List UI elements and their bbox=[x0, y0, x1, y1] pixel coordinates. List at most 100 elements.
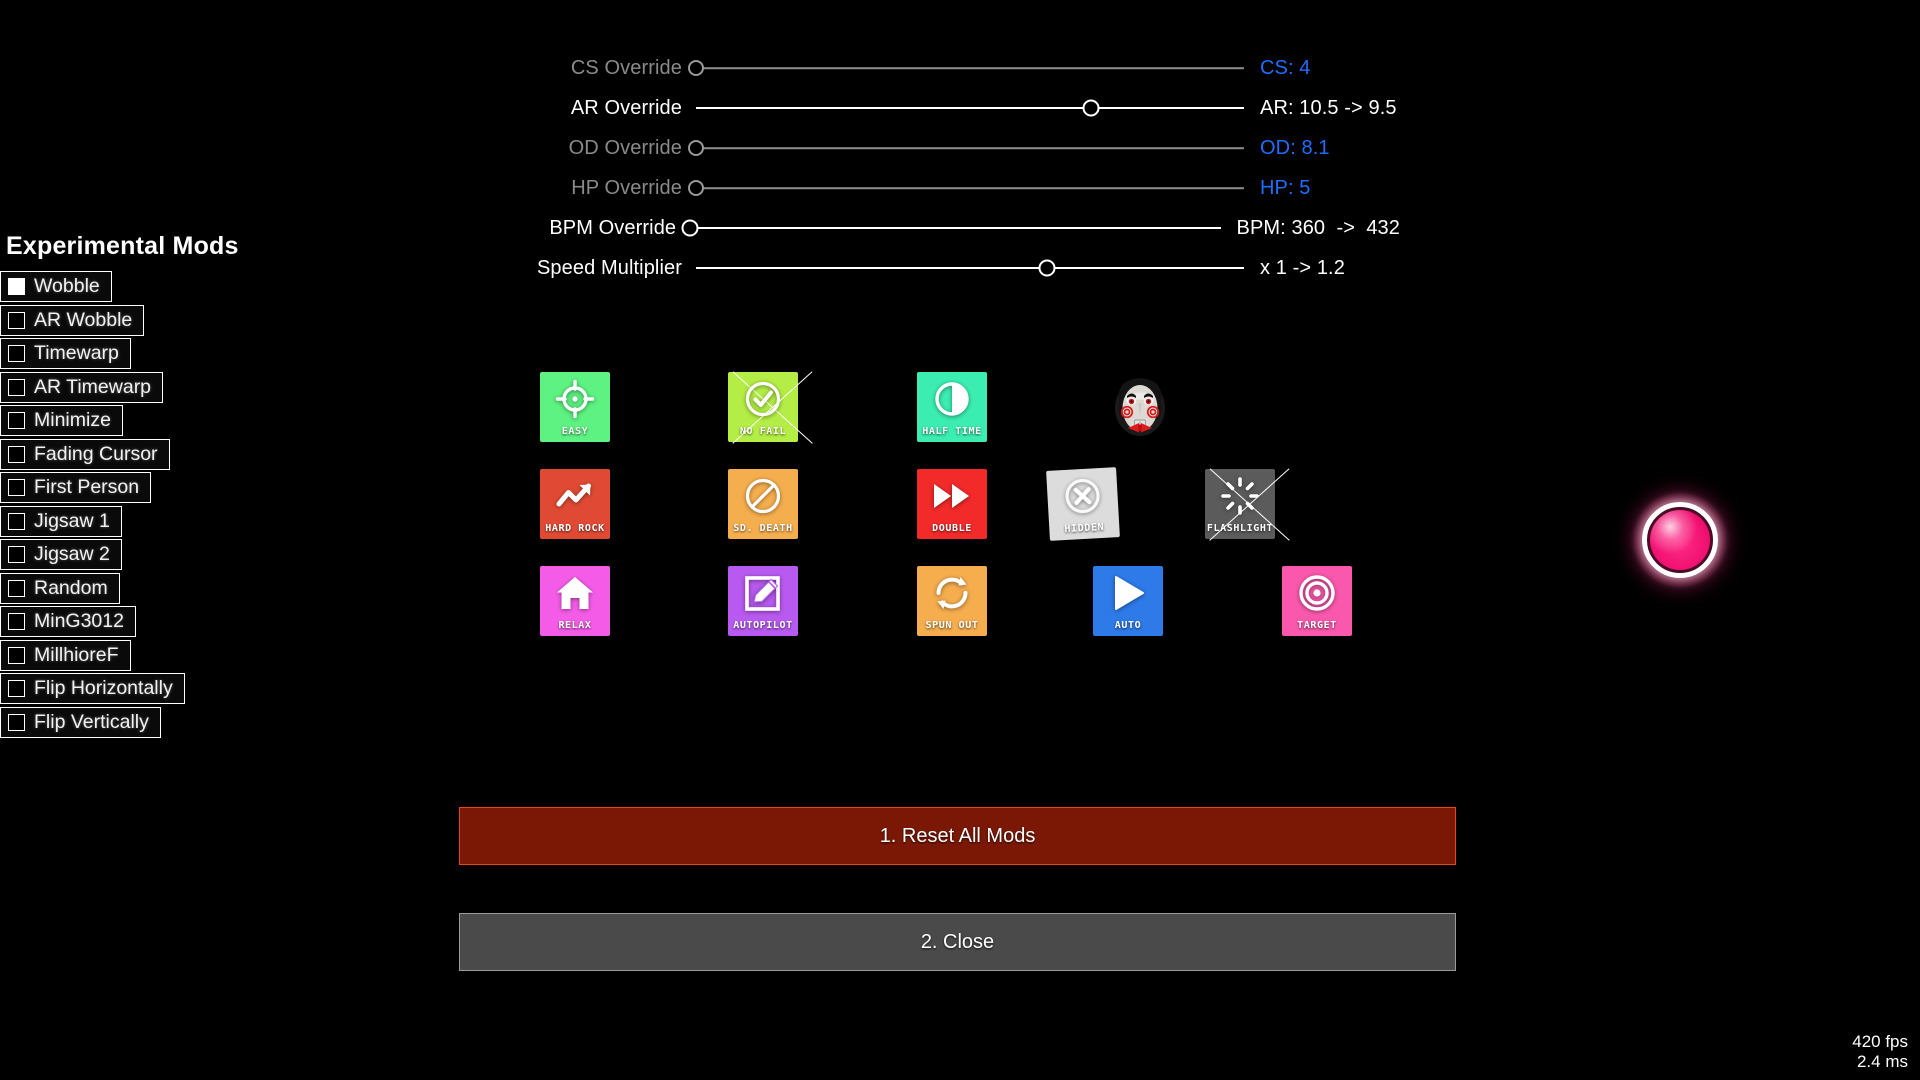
mod-icon-box[interactable]: HARD ROCK bbox=[540, 469, 610, 539]
mod-icon-box[interactable]: RELAX bbox=[540, 566, 610, 636]
checkbox-icon[interactable] bbox=[8, 512, 25, 530]
slider-knob[interactable] bbox=[688, 140, 704, 156]
mod-target[interactable]: TARGET bbox=[1282, 566, 1352, 636]
mod-name-label: SD. DEATH bbox=[733, 523, 793, 534]
slider-track-wrap[interactable] bbox=[696, 88, 1244, 128]
difficulty-override-panel: CS Override CS: 4 AR Override AR: 10.5 -> 9… bbox=[500, 48, 1400, 288]
light-burst-icon bbox=[1220, 476, 1260, 516]
experimental-mod-timewarp[interactable]: Timewarp bbox=[0, 338, 131, 369]
jigsaw-puppet-icon[interactable] bbox=[1105, 372, 1175, 442]
experimental-mod-fading-cursor[interactable]: Fading Cursor bbox=[0, 438, 170, 470]
slider-row: HP Override HP: 5 bbox=[500, 168, 1400, 208]
experimental-mod-ar-timewarp[interactable]: AR Timewarp bbox=[0, 371, 164, 403]
experimental-mod-jigsaw-1[interactable]: Jigsaw 1 bbox=[0, 505, 122, 537]
mod-spun-out[interactable]: SPUN OUT bbox=[917, 566, 987, 636]
experimental-mod-jigsaw-2[interactable]: Jigsaw 2 bbox=[0, 539, 122, 570]
mod-icon-box[interactable]: DOUBLE bbox=[917, 469, 987, 539]
experimental-mod-label: Flip Horizontally bbox=[34, 677, 173, 699]
slider-knob[interactable] bbox=[688, 180, 704, 196]
checkbox-icon[interactable] bbox=[8, 680, 25, 697]
mod-icon-grid: EASY NO FAIL HALF TIME HARD ROCK SD. DEA… bbox=[540, 372, 1352, 663]
reset-all-mods-button[interactable]: 1. Reset All Mods bbox=[459, 807, 1456, 865]
slider-track-wrap[interactable] bbox=[696, 248, 1244, 288]
experimental-mod-row: AR Wobble bbox=[0, 304, 239, 339]
slider-track[interactable] bbox=[696, 267, 1244, 269]
mod-icon-box[interactable]: HALF TIME bbox=[917, 372, 987, 442]
checkbox-icon[interactable] bbox=[8, 278, 25, 295]
slider-knob[interactable] bbox=[1082, 99, 1100, 117]
mod-no-fail[interactable]: NO FAIL bbox=[728, 372, 798, 442]
experimental-mod-random[interactable]: Random bbox=[0, 572, 120, 604]
slider-label: Speed Multiplier bbox=[536, 256, 682, 279]
experimental-mod-row: Random bbox=[0, 572, 239, 607]
mod-icon-box[interactable]: NO FAIL bbox=[728, 372, 798, 442]
mod-icon-box[interactable]: AUTOPILOT bbox=[728, 566, 798, 636]
mod-autopilot[interactable]: AUTOPILOT bbox=[728, 566, 798, 636]
slider-track[interactable] bbox=[696, 67, 1244, 69]
experimental-mod-label: Timewarp bbox=[34, 342, 119, 364]
fps-counter[interactable]: 420 fps 2.4 ms bbox=[1852, 1032, 1908, 1072]
experimental-mod-ming3012[interactable]: MinG3012 bbox=[0, 606, 136, 637]
slider-track[interactable] bbox=[690, 227, 1221, 229]
mod-half-time[interactable]: HALF TIME bbox=[917, 372, 987, 442]
experimental-mod-wobble[interactable]: Wobble bbox=[0, 271, 112, 302]
mod-flashlight[interactable]: FLASHLIGHT bbox=[1205, 469, 1275, 539]
experimental-mod-ar-wobble[interactable]: AR Wobble bbox=[0, 304, 145, 336]
slider-label: BPM Override bbox=[549, 216, 677, 239]
slider-track-wrap[interactable] bbox=[681, 208, 1221, 248]
experimental-mod-row: Minimize bbox=[0, 405, 239, 439]
checkbox-icon[interactable] bbox=[8, 613, 25, 630]
mod-relax[interactable]: RELAX bbox=[540, 566, 610, 636]
close-button[interactable]: 2. Close bbox=[459, 913, 1456, 971]
experimental-mod-label: AR Timewarp bbox=[34, 375, 152, 398]
checkbox-icon[interactable] bbox=[8, 479, 25, 496]
slider-track[interactable] bbox=[696, 147, 1244, 149]
checkbox-icon[interactable] bbox=[8, 311, 25, 329]
mod-icon-box[interactable]: EASY bbox=[540, 372, 610, 442]
mod-sd-death[interactable]: SD. DEATH bbox=[728, 469, 798, 539]
slider-track-wrap[interactable] bbox=[688, 168, 1244, 208]
mod-double[interactable]: DOUBLE bbox=[917, 469, 987, 539]
experimental-mod-flip-horizontally[interactable]: Flip Horizontally bbox=[0, 673, 185, 704]
mod-icon-box[interactable]: HIDDEN bbox=[1046, 467, 1120, 541]
slider-track[interactable] bbox=[696, 187, 1244, 189]
experimental-mod-minimize[interactable]: Minimize bbox=[0, 405, 123, 436]
experimental-mod-first-person[interactable]: First Person bbox=[0, 472, 152, 503]
experimental-mod-label: Random bbox=[34, 576, 108, 599]
mod-icon-box[interactable]: TARGET bbox=[1282, 566, 1352, 636]
x-circle-icon bbox=[1061, 475, 1103, 517]
checkbox-icon[interactable] bbox=[8, 412, 25, 429]
checkbox-icon[interactable] bbox=[8, 345, 25, 362]
mod-easy[interactable]: EASY bbox=[540, 372, 610, 442]
checkbox-icon[interactable] bbox=[8, 646, 25, 664]
slider-knob[interactable] bbox=[688, 60, 704, 76]
slider-track-wrap[interactable] bbox=[688, 128, 1244, 168]
mod-auto[interactable]: AUTO bbox=[1093, 566, 1163, 636]
slider-row: OD Override OD: 8.1 bbox=[500, 128, 1400, 168]
mod-icon-box[interactable]: SD. DEATH bbox=[728, 469, 798, 539]
slider-knob[interactable] bbox=[1038, 259, 1056, 277]
experimental-mod-flip-vertically[interactable]: Flip Vertically bbox=[0, 706, 161, 738]
slider-row: AR Override AR: 10.5 -> 9.5 bbox=[500, 88, 1400, 128]
mod-icon-box[interactable]: SPUN OUT bbox=[917, 566, 987, 636]
mod-hidden[interactable]: HIDDEN bbox=[1046, 467, 1120, 541]
checkbox-icon[interactable] bbox=[8, 445, 25, 463]
experimental-mod-label: Flip Vertically bbox=[34, 710, 149, 733]
experimental-mod-label: AR Wobble bbox=[34, 308, 133, 331]
experimental-mod-millhioref[interactable]: MillhioreF bbox=[0, 639, 131, 671]
mod-icon-box[interactable]: AUTO bbox=[1093, 566, 1163, 636]
slider-knob[interactable] bbox=[681, 219, 699, 237]
checkbox-icon[interactable] bbox=[8, 546, 25, 563]
mod-hard-rock[interactable]: HARD ROCK bbox=[540, 469, 610, 539]
checkbox-icon[interactable] bbox=[8, 713, 25, 731]
slider-track-wrap[interactable] bbox=[688, 48, 1244, 88]
no-entry-icon bbox=[743, 476, 783, 516]
mod-icon-box[interactable]: FLASHLIGHT bbox=[1205, 469, 1275, 539]
mod-jigsaw[interactable] bbox=[1105, 372, 1175, 442]
experimental-mod-row: Timewarp bbox=[0, 338, 239, 372]
experimental-mod-row: Flip Horizontally bbox=[0, 673, 239, 707]
experimental-mod-row: Jigsaw 1 bbox=[0, 505, 239, 540]
checkbox-icon[interactable] bbox=[8, 378, 25, 396]
checkbox-icon[interactable] bbox=[8, 579, 25, 597]
slider-track[interactable] bbox=[696, 107, 1244, 109]
